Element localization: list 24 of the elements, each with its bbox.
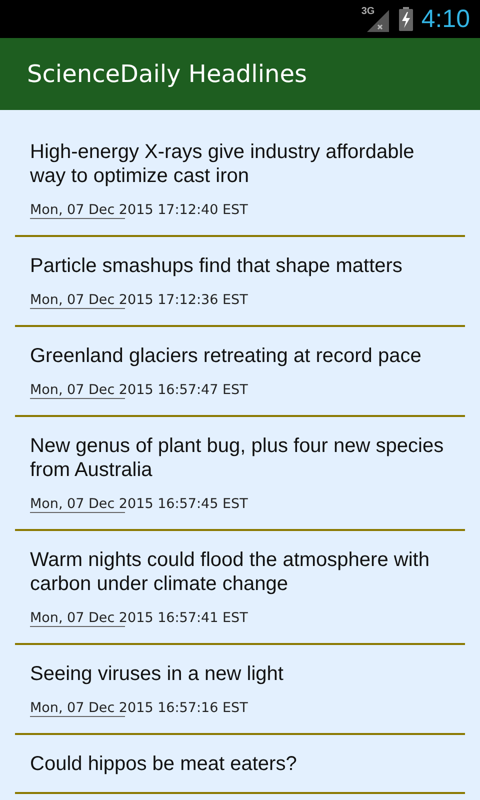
headline-date: Mon, 07 Dec 2015 16:57:16 EST <box>30 700 248 717</box>
headline-title: Particle smashups find that shape matters <box>30 254 404 278</box>
clock: 4:10 <box>421 4 470 34</box>
network-label: 3G <box>361 6 375 17</box>
headline-title: New genus of plant bug, plus four new species from Australia <box>30 434 445 482</box>
headline-item[interactable]: High-energy X-rays give industry affordable way to optimize cast iron Mon, 07 Dec 2015 17:12:40 EST <box>15 123 465 237</box>
headline-date: Mon, 07 Dec 2015 16:57:45 EST <box>30 496 248 513</box>
headline-title: Could hippos be meat eaters? <box>30 752 298 776</box>
headline-date: Mon, 07 Dec 2015 16:57:47 EST <box>30 382 248 399</box>
headline-item[interactable]: Could hippos be meat eaters? <box>15 735 465 794</box>
headline-item[interactable]: Seeing viruses in a new light Mon, 07 Dec 2015 16:57:16 EST <box>15 645 465 735</box>
headline-date: Mon, 07 Dec 2015 17:12:36 EST <box>30 292 248 309</box>
battery-charging-icon <box>399 7 414 31</box>
headline-item[interactable]: Greenland glaciers retreating at record pace Mon, 07 Dec 2015 16:57:47 EST <box>15 327 465 417</box>
headline-item[interactable]: Warm nights could flood the atmosphere with carbon under climate change Mon, 07 Dec 2015 16:57:41 EST <box>15 531 465 645</box>
headline-title: High-energy X-rays give industry affordable way to optimize cast iron <box>30 140 416 188</box>
headline-item[interactable]: New genus of plant bug, plus four new species from Australia Mon, 07 Dec 2015 16:57:45 EST <box>15 417 465 531</box>
headline-date: Mon, 07 Dec 2015 17:12:40 EST <box>30 202 248 219</box>
app-title: ScienceDaily Headlines <box>27 60 307 88</box>
headline-title: Warm nights could flood the atmosphere with carbon under climate change <box>30 548 430 596</box>
headline-title: Greenland glaciers retreating at record pace <box>30 344 422 368</box>
headline-date: Mon, 07 Dec 2015 16:57:41 EST <box>30 610 248 627</box>
headline-title: Seeing viruses in a new light <box>30 662 284 686</box>
headline-item[interactable]: Particle smashups find that shape matters Mon, 07 Dec 2015 17:12:36 EST <box>15 237 465 327</box>
